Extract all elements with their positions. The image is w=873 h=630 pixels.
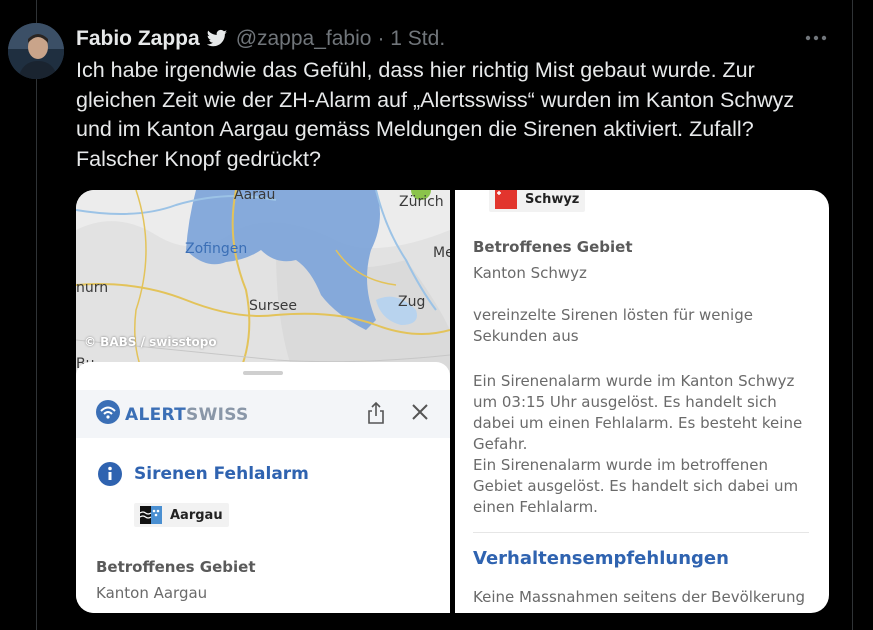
schwyz-flag-icon <box>495 190 517 209</box>
media-image-schwyz[interactable]: Schwyz Betroffenes Gebiet Kanton Schwyz … <box>455 190 829 613</box>
divider <box>473 532 809 533</box>
share-icon[interactable] <box>366 401 386 430</box>
map-label-sursee: Sursee <box>249 298 298 314</box>
canton-chip-aargau: Aargau <box>134 503 229 527</box>
affected-area-value: Kanton Aargau <box>96 584 208 602</box>
close-icon[interactable] <box>410 402 430 427</box>
affected-area-value: Kanton Schwyz <box>473 264 587 282</box>
alert-bottom-sheet: ALERTSWISS Sirenen Fehlalarm Aargau Betr… <box>76 362 450 613</box>
brand-swiss: SWISS <box>186 404 249 425</box>
tweet-time[interactable]: · 1 Std. <box>377 27 445 51</box>
timeline-border-left <box>36 0 37 630</box>
canton-chip-schwyz: Schwyz <box>489 190 586 212</box>
tweet-header: Fabio Zappa @zappa_fabio · 1 Std. <box>76 24 445 54</box>
alertswiss-logo: ALERTSWISS <box>96 400 249 429</box>
map-label-zofingen: Zofingen <box>185 241 248 257</box>
affected-area-label: Betroffenes Gebiet <box>96 558 256 576</box>
timeline-border-right <box>852 0 853 630</box>
map-label-zug: Zug <box>398 294 426 310</box>
author-handle[interactable]: @zappa_fabio <box>236 27 372 51</box>
tweet-text: Ich habe irgendwie das Gefühl, dass hier… <box>76 58 795 171</box>
media-image-aargau[interactable]: Aarau Zürich Zofingen Me nurn Sursee Zug… <box>76 190 450 613</box>
map-label-zurich: Zürich <box>399 194 444 210</box>
twitter-bird-icon <box>206 29 228 49</box>
alertswiss-header: ALERTSWISS <box>76 390 450 438</box>
author-name[interactable]: Fabio Zappa <box>76 27 200 51</box>
recommendations-title: Verhaltensempfehlungen <box>473 548 729 569</box>
more-horizontal-icon[interactable] <box>804 27 828 49</box>
avatar[interactable] <box>8 23 64 79</box>
alarm-title: Sirenen Fehlalarm <box>98 462 309 486</box>
canton-name: Aargau <box>170 507 223 523</box>
map-label-me: Me <box>433 245 450 261</box>
map-label-aarau: Aarau <box>234 190 276 203</box>
alarm-title-text: Sirenen Fehlalarm <box>134 464 309 484</box>
map-label-nurn: nurn <box>76 280 109 296</box>
alert-paragraph-3: Ein Sirenenalarm wurde im betroffenen Ge… <box>473 456 799 516</box>
aargau-flag-icon <box>140 506 162 524</box>
recommendations-text: Keine Massnahmen seitens der Bevölkerung <box>473 588 805 606</box>
alert-map: Aarau Zürich Zofingen Me nurn Sursee Zug… <box>76 190 450 381</box>
canton-name: Schwyz <box>525 191 580 207</box>
alertswiss-wifi-icon <box>96 400 120 429</box>
alert-paragraph-2: Ein Sirenenalarm wurde im Kanton Schwyz … <box>473 372 803 453</box>
map-attribution: © BABS / swisstopo <box>84 335 217 349</box>
alert-paragraph-1: vereinzelte Sirenen lösten für wenige Se… <box>473 306 753 345</box>
affected-area-label: Betroffenes Gebiet <box>473 238 633 256</box>
tweet-media[interactable]: Aarau Zürich Zofingen Me nurn Sursee Zug… <box>76 190 829 613</box>
info-icon <box>98 462 122 486</box>
brand-alert: ALERT <box>125 404 187 425</box>
sheet-drag-handle[interactable] <box>243 371 283 375</box>
